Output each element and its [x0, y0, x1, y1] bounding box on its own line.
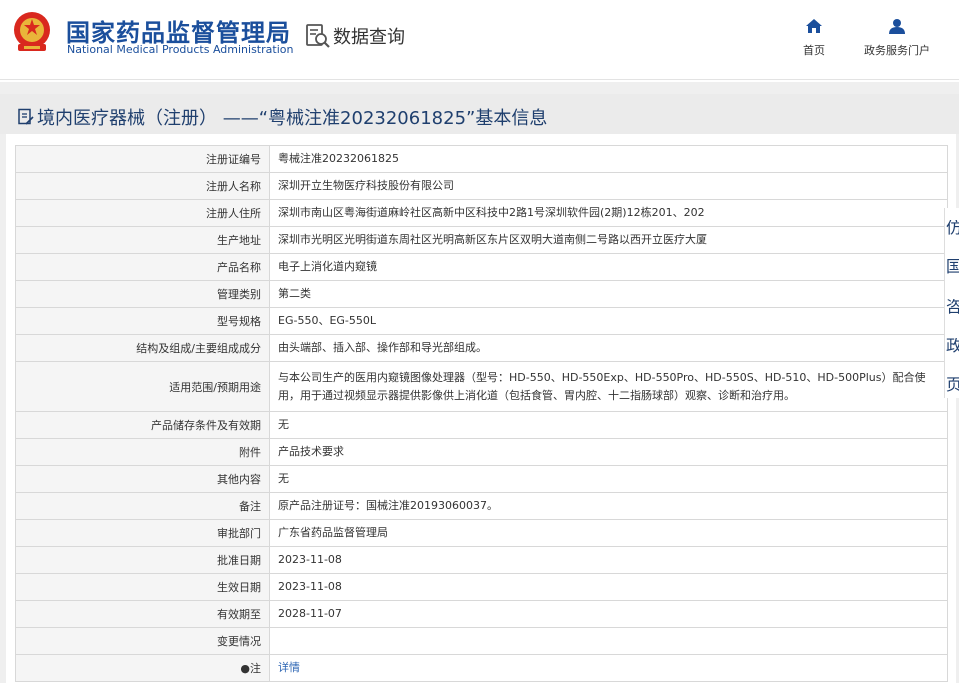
field-value: 原产品注册证号：国械注准20193060037。	[269, 492, 948, 520]
table-row: 批准日期 2023-11-08	[15, 546, 948, 574]
field-value: 深圳开立生物医疗科技股份有限公司	[269, 172, 948, 200]
user-icon	[889, 19, 905, 34]
field-value: 由头端部、插入部、操作部和导光部组成。	[269, 334, 948, 362]
table-row: 附件 产品技术要求	[15, 438, 948, 466]
table-row: 注册证编号 粤械注准20232061825	[15, 145, 948, 173]
field-label: 审批部门	[15, 519, 270, 547]
field-label: 生效日期	[15, 573, 270, 601]
field-value: 深圳市南山区粤海街道麻岭社区高新中区科技中2路1号深圳软件园(2期)12栋201…	[269, 199, 948, 227]
table-row: 管理类别 第二类	[15, 280, 948, 308]
field-label: ●注	[15, 654, 270, 682]
table-row: ●注 详情	[15, 654, 948, 682]
field-label: 注册证编号	[15, 145, 270, 173]
field-label: 适用范围/预期用途	[15, 361, 270, 412]
document-edit-icon	[18, 108, 34, 125]
field-value: 产品技术要求	[269, 438, 948, 466]
field-label: 注册人名称	[15, 172, 270, 200]
nav-service-portal[interactable]: 政务服务门户	[856, 18, 938, 58]
site-header: 国家药品监督管理局 National Medical Products Admi…	[0, 0, 959, 80]
field-value: 第二类	[269, 280, 948, 308]
field-value: EG-550、EG-550L	[269, 307, 948, 335]
sidebar-item-2[interactable]: 咨	[946, 299, 959, 315]
field-label: 管理类别	[15, 280, 270, 308]
field-label: 其他内容	[15, 465, 270, 493]
field-label: 型号规格	[15, 307, 270, 335]
field-value: 与本公司生产的医用内窥镜图像处理器（型号：HD-550、HD-550Exp、HD…	[269, 361, 948, 412]
table-row: 有效期至 2028-11-07	[15, 600, 948, 628]
page-title-text: 境内医疗器械（注册） ——“粤械注准20232061825”基本信息	[37, 108, 548, 129]
data-query-label: 数据查询	[333, 27, 405, 48]
table-row: 生效日期 2023-11-08	[15, 573, 948, 601]
sidebar-item-0[interactable]: 仿	[946, 220, 959, 236]
field-value	[269, 627, 948, 655]
field-label: 产品名称	[15, 253, 270, 281]
national-emblem-icon	[14, 12, 50, 51]
table-row: 结构及组成/主要组成成分 由头端部、插入部、操作部和导光部组成。	[15, 334, 948, 362]
info-table: 注册证编号 粤械注准20232061825 注册人名称 深圳开立生物医疗科技股份有限…	[15, 145, 948, 682]
table-row: 注册人名称 深圳开立生物医疗科技股份有限公司	[15, 172, 948, 200]
field-value: 深圳市光明区光明街道东周社区光明高新区东片区双明大道南侧二号路以西开立医疗大厦	[269, 226, 948, 254]
table-row: 产品储存条件及有效期无	[15, 411, 948, 439]
field-label: 批准日期	[15, 546, 270, 574]
table-row: 注册人住所 深圳市南山区粤海街道麻岭社区高新中区科技中2路1号深圳软件园(2期)1…	[15, 199, 948, 227]
table-row: 型号规格 EG-550、EG-550L	[15, 307, 948, 335]
field-value: 2023-11-08	[269, 573, 948, 601]
table-row: 生产地址 深圳市光明区光明街道东周社区光明高新区东片区双明大道南侧二号路以西开立医…	[15, 226, 948, 254]
page-title: 境内医疗器械（注册） ——“粤械注准20232061825”基本信息	[17, 104, 547, 130]
field-label: 结构及组成/主要组成成分	[15, 334, 270, 362]
field-label: 备注	[15, 492, 270, 520]
site-name-en[interactable]: National Medical Products Administration	[67, 43, 293, 56]
details-link[interactable]: 详情	[278, 661, 300, 674]
table-row: 变更情况	[15, 627, 948, 655]
table-row: 适用范围/预期用途 与本公司生产的医用内窥镜图像处理器（型号：HD-550、HD-…	[15, 361, 948, 412]
sidebar-item-4[interactable]: 页	[946, 377, 959, 393]
nav-home[interactable]: 首页	[794, 18, 834, 58]
field-value: 2028-11-07	[269, 600, 948, 628]
field-label: 附件	[15, 438, 270, 466]
field-value: 粤械注准20232061825	[269, 145, 948, 173]
field-value: 2023-11-08	[269, 546, 948, 574]
field-label: 产品储存条件及有效期	[15, 411, 270, 439]
field-label: 注册人住所	[15, 199, 270, 227]
table-row: 其他内容无	[15, 465, 948, 493]
table-row: 备注 原产品注册证号：国械注准20193060037。	[15, 492, 948, 520]
field-value: 电子上消化道内窥镜	[269, 253, 948, 281]
table-row: 审批部门 广东省药品监督管理局	[15, 519, 948, 547]
field-value: 无	[269, 465, 948, 493]
sidebar-item-3[interactable]: 政	[946, 338, 959, 354]
data-query-icon	[306, 24, 330, 48]
nav-portal-label: 政务服务门户	[864, 44, 930, 57]
field-label: 变更情况	[15, 627, 270, 655]
field-value: 详情	[269, 654, 948, 682]
home-icon	[806, 19, 822, 33]
field-value: 广东省药品监督管理局	[269, 519, 948, 547]
field-value: 无	[269, 411, 948, 439]
sidebar-item-1[interactable]: 国	[946, 259, 959, 275]
field-label: 有效期至	[15, 600, 270, 628]
table-row: 产品名称 电子上消化道内窥镜	[15, 253, 948, 281]
data-query-link[interactable]: 数据查询	[305, 22, 405, 50]
nav-home-label: 首页	[803, 44, 825, 57]
field-label: 生产地址	[15, 226, 270, 254]
